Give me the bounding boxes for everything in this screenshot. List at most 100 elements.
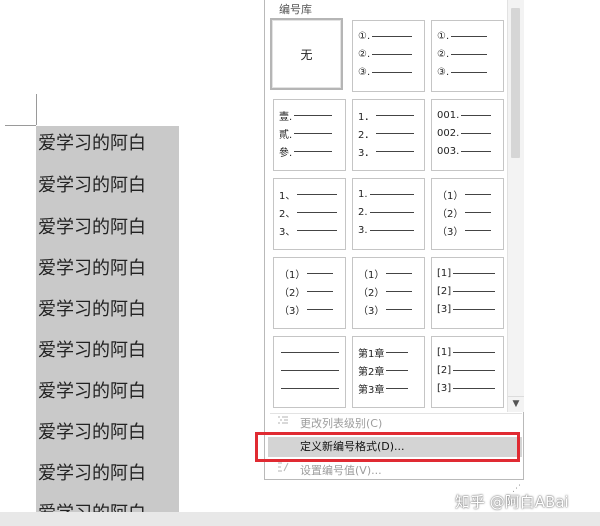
text-line — [307, 308, 334, 310]
number-label: ②. — [358, 48, 371, 60]
numbering-option-digit-dot[interactable]: 1. 2. 3. — [352, 178, 425, 250]
number-label: 002. — [437, 127, 460, 139]
document-line[interactable]: 爱学习的阿白 — [38, 175, 146, 197]
text-line — [281, 369, 339, 371]
number-label: ③. — [358, 66, 371, 78]
number-label: 壹. — [279, 111, 293, 123]
text-line — [451, 35, 488, 37]
number-label: （2） — [358, 287, 385, 299]
number-label: 2. — [358, 206, 368, 218]
text-line — [372, 35, 413, 37]
number-label: 參. — [279, 147, 293, 159]
panel-scrollbar[interactable]: ▼ — [507, 0, 524, 412]
document-area[interactable]: 爱学习的阿白 爱学习的阿白 爱学习的阿白 爱学习的阿白 爱学习的阿白 爱学习的阿… — [0, 0, 270, 526]
numbering-option-none[interactable]: 无 — [270, 18, 343, 90]
number-label: [1] — [437, 346, 452, 358]
text-line — [451, 71, 488, 73]
scroll-down-icon[interactable]: ▼ — [508, 396, 524, 411]
text-line — [294, 114, 333, 116]
document-line[interactable]: 爱学习的阿白 — [38, 217, 146, 239]
number-label: （1） — [358, 269, 385, 281]
number-label: [3] — [437, 303, 452, 315]
text-line — [372, 71, 413, 73]
text-line — [465, 193, 492, 195]
number-label: 003. — [437, 145, 460, 157]
numbering-option-circled[interactable]: ①. ②. ③. — [352, 20, 425, 92]
numbering-option-circled-dot[interactable]: ①. ②. ③. — [431, 20, 504, 92]
document-line[interactable]: 爱学习的阿白 — [38, 340, 146, 362]
number-label: （2） — [437, 208, 464, 220]
numbering-option-chinese-formal[interactable]: 壹. 貳. 參. — [273, 99, 346, 171]
number-label: （3） — [358, 305, 385, 317]
number-label: ①. — [437, 30, 450, 42]
text-line — [386, 272, 413, 274]
numbering-option-lines-only[interactable] — [273, 336, 346, 408]
number-label: 1. — [358, 188, 368, 200]
set-numbering-value-item[interactable]: 设置编号值(V)... — [268, 461, 522, 481]
number-label: [2] — [437, 364, 452, 376]
text-line — [372, 53, 413, 55]
text-line — [294, 132, 333, 134]
text-line — [307, 290, 334, 292]
text-line — [369, 229, 414, 231]
number-label: （3） — [437, 226, 464, 238]
document-line[interactable]: 爱学习的阿白 — [38, 422, 146, 444]
number-label: 2． — [358, 129, 375, 141]
text-line — [451, 53, 488, 55]
number-label: ②. — [437, 48, 450, 60]
numbering-option-fullwidth-digits[interactable]: 1． 2． 3． — [352, 99, 425, 171]
document-line[interactable]: 爱学习的阿白 — [38, 133, 146, 155]
numbering-option-paren-digit-3[interactable]: （1） （2） （3） — [352, 257, 425, 329]
number-label: 2、 — [279, 208, 296, 220]
text-line — [453, 387, 496, 389]
page-corner-mark — [5, 125, 36, 126]
number-label: 第3章 — [358, 384, 385, 396]
text-line — [453, 290, 496, 292]
status-strip — [0, 512, 600, 526]
text-line — [386, 351, 409, 353]
number-label: 001. — [437, 109, 460, 121]
text-line — [386, 290, 413, 292]
number-label: 第2章 — [358, 366, 385, 378]
number-label: （1） — [437, 190, 464, 202]
number-label: 3、 — [279, 226, 296, 238]
numbering-option-digit-comma[interactable]: 1、 2、 3、 — [273, 178, 346, 250]
watermark: 知乎 @阿白ABai — [455, 493, 569, 511]
text-line — [369, 211, 414, 213]
text-line — [465, 229, 492, 231]
numbering-option-paren-digit[interactable]: （1） （2） （3） — [431, 178, 504, 250]
numbering-option-bracket-digit-2[interactable]: [1] [2] [3] — [431, 336, 504, 408]
numbering-option-zero-padded[interactable]: 001. 002. 003. — [431, 99, 504, 171]
change-list-level-item[interactable]: 更改列表级别(C) — [268, 414, 522, 434]
text-line — [461, 150, 492, 152]
none-label: 无 — [300, 48, 313, 62]
text-line — [461, 132, 492, 134]
numbering-option-bracket-digit[interactable]: [1] [2] [3] — [431, 257, 504, 329]
document-line[interactable]: 爱学习的阿白 — [38, 299, 146, 321]
text-line — [281, 387, 339, 389]
number-label: （1） — [279, 269, 306, 281]
scroll-thumb[interactable] — [511, 8, 520, 158]
number-label: 第1章 — [358, 348, 385, 360]
text-line — [297, 193, 338, 195]
document-line[interactable]: 爱学习的阿白 — [38, 381, 146, 403]
text-line — [307, 272, 334, 274]
text-line — [453, 308, 496, 310]
set-numbering-value-label: 设置编号值(V)... — [300, 464, 382, 477]
number-label: [3] — [437, 382, 452, 394]
text-line — [297, 211, 338, 213]
text-line — [453, 351, 496, 353]
document-line[interactable]: 爱学习的阿白 — [38, 463, 146, 485]
text-line — [386, 308, 413, 310]
numbering-option-paren-digit-2[interactable]: （1） （2） （3） — [273, 257, 346, 329]
number-label: 1、 — [279, 190, 296, 202]
change-list-level-label: 更改列表级别(C) — [300, 417, 383, 430]
text-line — [376, 132, 415, 134]
annotation-highlight-box — [255, 432, 520, 462]
number-label: 3． — [358, 147, 375, 159]
document-line[interactable]: 爱学习的阿白 — [38, 258, 146, 280]
text-line — [386, 369, 409, 371]
text-line — [369, 193, 414, 195]
number-label: ③. — [437, 66, 450, 78]
numbering-option-chapter[interactable]: 第1章 第2章 第3章 — [352, 336, 425, 408]
